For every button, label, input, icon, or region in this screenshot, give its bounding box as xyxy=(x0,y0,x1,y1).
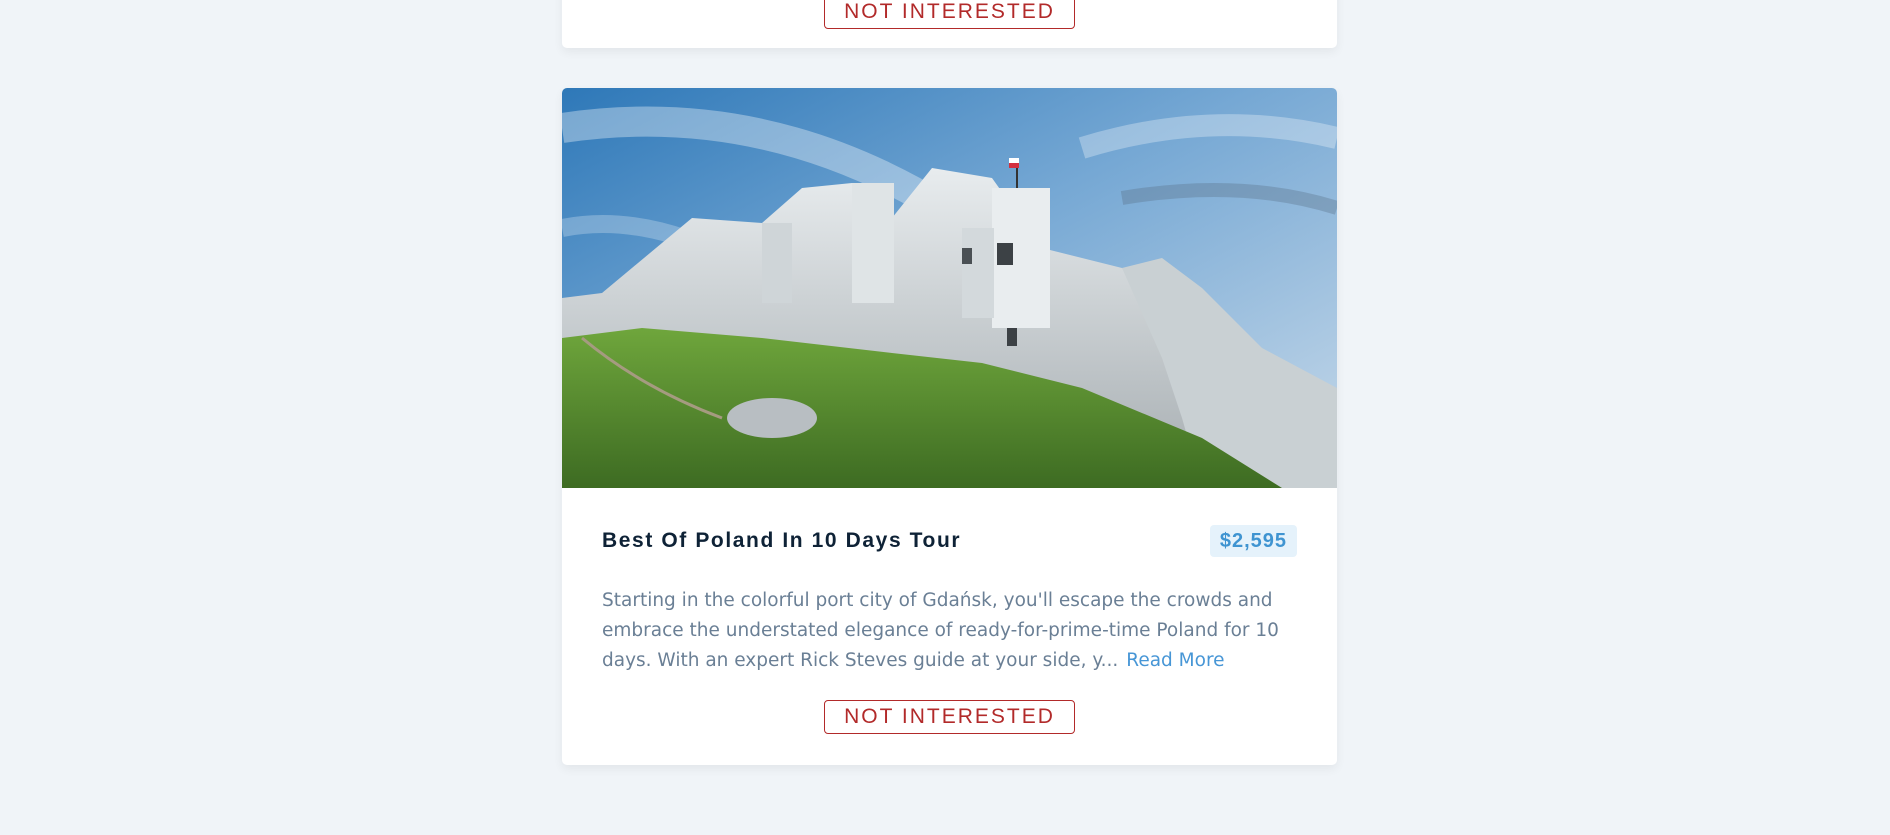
tour-title[interactable]: Best Of Poland In 10 Days Tour xyxy=(602,529,961,553)
title-row: Best Of Poland In 10 Days Tour $2,595 xyxy=(602,525,1297,557)
price-badge: $2,595 xyxy=(1209,525,1297,557)
read-more-link[interactable]: Read More xyxy=(1126,650,1224,671)
not-interested-button[interactable]: NOT INTERESTED xyxy=(824,700,1075,734)
page: NOT INTERESTED Best Of Poland In 10 Days… xyxy=(0,0,1890,835)
tour-image-castle[interactable] xyxy=(562,88,1337,488)
button-row: NOT INTERESTED xyxy=(562,0,1337,29)
button-row: NOT INTERESTED xyxy=(562,700,1337,734)
tour-description: Starting in the colorful port city of Gd… xyxy=(602,586,1282,676)
tour-card-previous: NOT INTERESTED xyxy=(562,0,1337,48)
not-interested-button[interactable]: NOT INTERESTED xyxy=(824,0,1075,29)
tour-card: Best Of Poland In 10 Days Tour $2,595 St… xyxy=(562,88,1337,765)
